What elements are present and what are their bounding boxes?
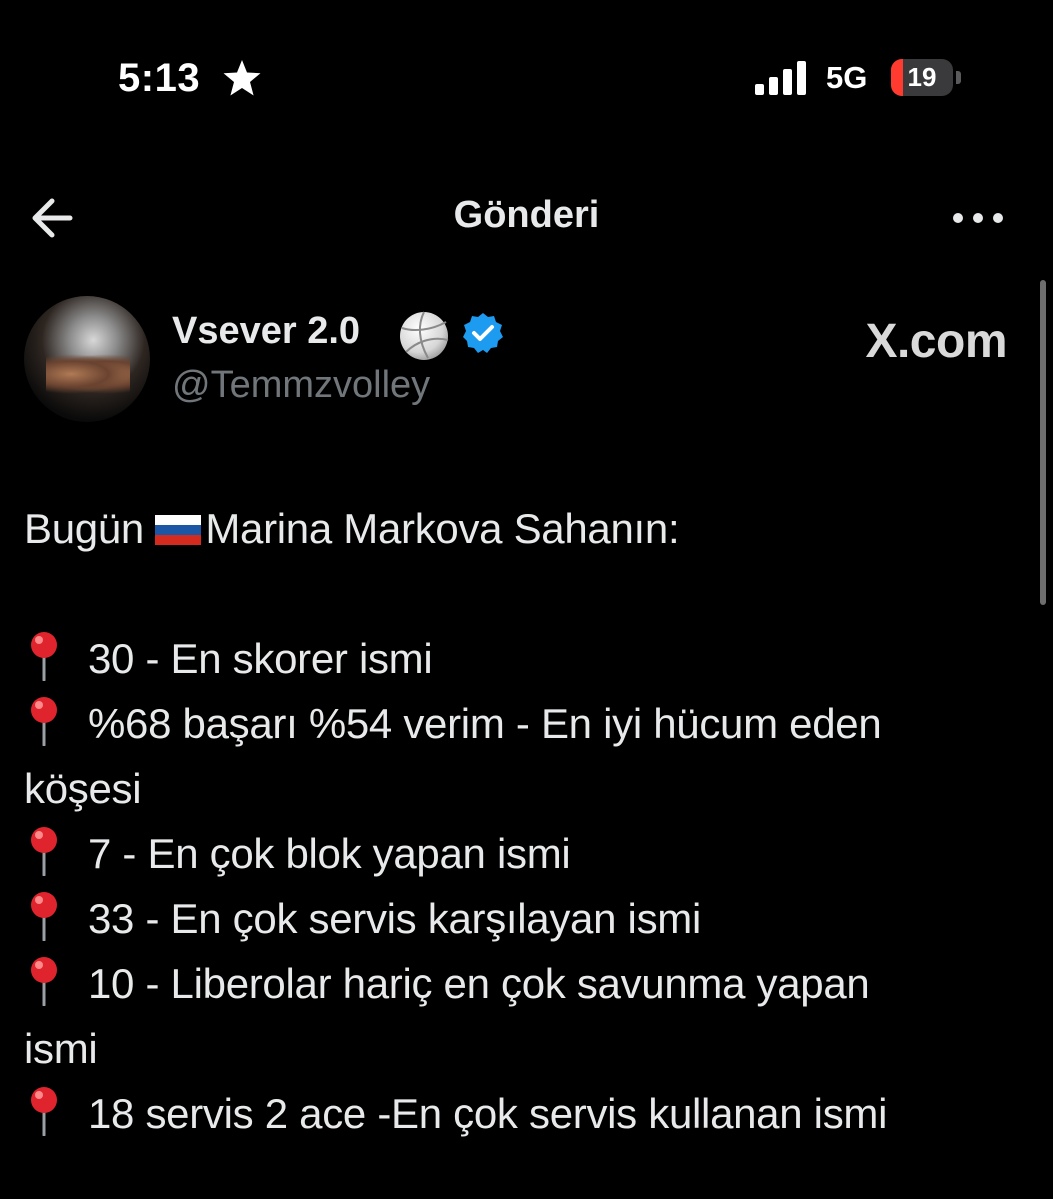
stat-text: 7 - En çok blok yapan ismi	[88, 830, 571, 877]
avatar-hands	[46, 354, 130, 394]
pushpin-icon	[31, 957, 57, 1006]
battery-indicator: 19	[891, 59, 953, 96]
verified-badge-icon	[463, 313, 503, 353]
stat-text: %68 başarı %54 verim - En iyi hücum eden	[88, 700, 882, 747]
pushpin-icon	[31, 827, 57, 876]
nav-bar: Gönderi	[0, 170, 1053, 266]
battery-cap	[956, 71, 961, 84]
post-header: Vsever 2.0 @Temmzvolley X.com	[0, 280, 1053, 440]
stat-item: %68 başarı %54 verim - En iyi hücum eden	[24, 691, 1024, 756]
user-handle[interactable]: @Temmzvolley	[172, 364, 430, 407]
pushpin-icon	[31, 1087, 57, 1136]
status-bar: 5:13 5G 19	[0, 0, 1053, 160]
stat-text: 10 - Liberolar hariç en çok savunma yapa…	[88, 960, 870, 1007]
pushpin-icon	[31, 632, 57, 681]
stat-continuation: köşesi	[24, 765, 142, 812]
stat-text: 33 - En çok servis karşılayan ismi	[88, 895, 701, 942]
intro-text: Bugün	[24, 505, 144, 552]
stat-text: 18 servis 2 ace -En çok servis kullanan …	[88, 1090, 888, 1137]
stat-item: 7 - En çok blok yapan ismi	[24, 821, 1024, 886]
stat-item: 30 - En skorer ismi	[24, 626, 1024, 691]
stat-item: 18 servis 2 ace -En çok servis kullanan …	[24, 1081, 1024, 1146]
signal-icon	[755, 61, 806, 95]
stat-item: 10 - Liberolar hariç en çok savunma yapa…	[24, 951, 1024, 1016]
page-title: Gönderi	[453, 194, 600, 236]
stat-text: 30 - En skorer ismi	[88, 635, 433, 682]
post-intro: Bugün Marina Markova Sahanın:	[24, 496, 1024, 561]
battery-level: 19	[907, 62, 937, 92]
more-horizontal-icon[interactable]	[946, 196, 1010, 240]
stat-continuation: ismi	[24, 1025, 98, 1072]
volleyball-icon	[400, 311, 449, 360]
pushpin-icon	[31, 892, 57, 941]
intro-name: Marina Markova Sahanın:	[205, 505, 680, 552]
source-watermark: X.com	[865, 315, 1007, 368]
status-time: 5:13	[118, 56, 201, 100]
post-body: Bugün Marina Markova Sahanın: 30 - En sk…	[24, 496, 1024, 1146]
stat-item: 33 - En çok servis karşılayan ismi	[24, 886, 1024, 951]
network-type: 5G	[826, 60, 868, 95]
scrollbar[interactable]	[1040, 280, 1046, 605]
russia-flag-icon	[155, 515, 202, 545]
avatar[interactable]	[24, 296, 150, 422]
pushpin-icon	[31, 697, 57, 746]
star-icon	[223, 60, 261, 96]
display-name[interactable]: Vsever 2.0	[172, 310, 360, 353]
